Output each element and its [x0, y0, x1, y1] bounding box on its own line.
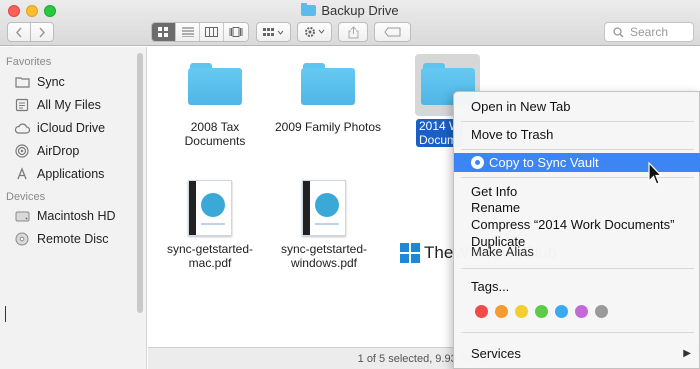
sidebar-item-remote-disc[interactable]: Remote Disc	[14, 229, 109, 249]
sync-vault-icon	[471, 156, 484, 169]
sidebar-item-label: Sync	[37, 75, 65, 89]
sidebar-item-label: Macintosh HD	[37, 209, 116, 223]
title-bar: Backup Drive Search	[0, 0, 700, 46]
folder-icon	[301, 3, 317, 16]
pdf-icon	[302, 180, 346, 236]
folder-icon	[14, 75, 30, 89]
view-mode-segmented	[151, 22, 249, 42]
menu-item-label: Services	[471, 346, 521, 361]
window-title-group: Backup Drive	[0, 3, 700, 18]
menu-item-open-new-tab[interactable]: Open in New Tab	[454, 97, 700, 116]
file-name-line: 2009 Family Photos	[274, 120, 382, 134]
red-tag-icon[interactable]	[475, 305, 488, 318]
arrange-icon	[262, 28, 283, 36]
file-item[interactable]: 2009 Family Photos	[274, 63, 382, 134]
back-icon	[15, 27, 22, 37]
sidebar-item-label: AirDrop	[37, 144, 80, 158]
sidebar-item-label: Remote Disc	[37, 232, 109, 246]
menu-separator	[461, 268, 694, 269]
file-name-line: sync-getstarted-	[166, 242, 254, 256]
disc-icon	[14, 232, 30, 246]
menu-separator	[461, 332, 694, 333]
gray-tag-icon[interactable]	[595, 305, 608, 318]
menu-item-label: Copy to Sync Vault	[489, 155, 599, 170]
column-view-icon	[205, 27, 218, 37]
blue-tag-icon[interactable]	[555, 305, 568, 318]
text-cursor	[5, 306, 6, 322]
menu-separator	[461, 149, 694, 150]
icon-view-icon	[158, 26, 168, 37]
window-title: Backup Drive	[321, 3, 399, 18]
favorites-header: Favorites	[6, 56, 52, 68]
menu-item-services[interactable]: Services ▶	[454, 344, 700, 363]
tag-icon	[383, 27, 400, 37]
file-item[interactable]: sync-getstarted- windows.pdf	[274, 180, 374, 270]
windows-logo-icon	[400, 243, 420, 263]
folder-icon	[188, 63, 242, 105]
file-item[interactable]: sync-getstarted- mac.pdf	[160, 180, 260, 270]
all-files-icon	[14, 98, 30, 112]
applications-icon	[14, 167, 30, 181]
menu-item-tags[interactable]: Tags...	[454, 277, 700, 296]
submenu-arrow-icon: ▶	[683, 348, 691, 359]
menu-item-copy-to-sync-vault[interactable]: Copy to Sync Vault	[454, 153, 700, 172]
search-icon	[613, 26, 624, 38]
finder-window: Backup Drive Search Favorites Sync All M…	[0, 0, 700, 369]
pdf-icon	[188, 180, 232, 236]
share-button[interactable]	[338, 22, 368, 42]
forward-button[interactable]	[30, 22, 54, 42]
sidebar-item-all-my-files[interactable]: All My Files	[14, 95, 101, 115]
arrange-button[interactable]	[256, 22, 291, 42]
tag-button[interactable]	[374, 22, 411, 42]
cover-flow-icon	[229, 27, 243, 37]
orange-tag-icon[interactable]	[495, 305, 508, 318]
share-icon	[348, 25, 358, 38]
sidebar: Favorites Sync All My Files iCloud Drive…	[0, 47, 147, 369]
file-name-line: 2008 Tax	[190, 120, 240, 134]
mouse-pointer-icon	[648, 162, 662, 185]
yellow-tag-icon[interactable]	[515, 305, 528, 318]
list-view-button[interactable]	[176, 23, 200, 41]
menu-item-make-alias[interactable]: Make Alias	[454, 245, 700, 259]
icon-view-button[interactable]	[152, 23, 176, 41]
gear-icon	[304, 27, 324, 37]
search-placeholder: Search	[630, 25, 669, 39]
menu-separator	[461, 121, 694, 122]
cover-flow-button[interactable]	[224, 23, 248, 41]
file-name-line: sync-getstarted-	[280, 242, 368, 256]
sidebar-scrollbar[interactable]	[137, 53, 143, 313]
airdrop-icon	[14, 144, 30, 158]
file-name-line: Documents	[184, 134, 246, 148]
column-view-button[interactable]	[200, 23, 224, 41]
context-menu: Open in New Tab Move to Trash Copy to Sy…	[453, 91, 700, 369]
sidebar-item-applications[interactable]: Applications	[14, 164, 104, 184]
search-input[interactable]: Search	[604, 22, 694, 42]
back-button[interactable]	[7, 22, 31, 42]
file-name-line: mac.pdf	[188, 256, 232, 270]
folder-icon	[301, 63, 355, 105]
sidebar-item-label: All My Files	[37, 98, 101, 112]
hard-drive-icon	[14, 209, 30, 223]
devices-header: Devices	[6, 191, 46, 203]
green-tag-icon[interactable]	[535, 305, 548, 318]
sidebar-item-sync[interactable]: Sync	[14, 72, 65, 92]
file-item[interactable]: 2008 Tax Documents	[174, 63, 256, 148]
forward-icon	[39, 27, 46, 37]
cloud-icon	[14, 121, 30, 135]
action-button[interactable]	[297, 22, 332, 42]
sidebar-item-label: iCloud Drive	[37, 121, 106, 135]
tag-color-row	[475, 305, 615, 318]
sidebar-item-macintosh-hd[interactable]: Macintosh HD	[14, 206, 116, 226]
list-view-icon	[181, 27, 194, 37]
file-name-line: windows.pdf	[290, 256, 358, 270]
menu-item-move-to-trash[interactable]: Move to Trash	[454, 125, 700, 144]
sidebar-item-label: Applications	[37, 167, 105, 181]
sidebar-item-icloud-drive[interactable]: iCloud Drive	[14, 118, 105, 138]
purple-tag-icon[interactable]	[575, 305, 588, 318]
sidebar-item-airdrop[interactable]: AirDrop	[14, 141, 79, 161]
